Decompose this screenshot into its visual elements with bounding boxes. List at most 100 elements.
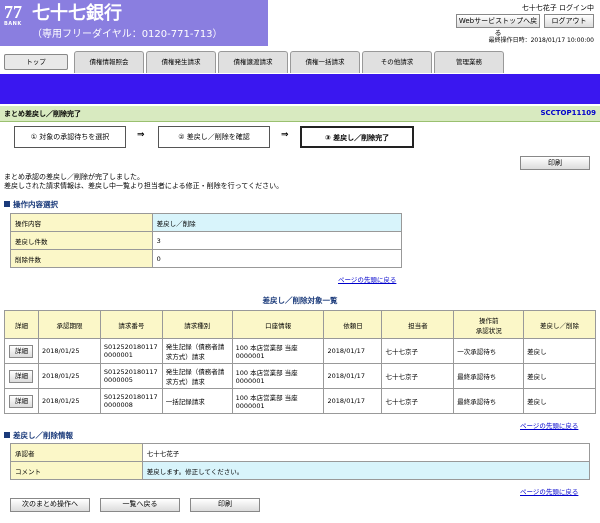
detail-button[interactable]: 詳細 [9, 394, 34, 408]
column-header: 承認期限 [37, 310, 101, 339]
person-cell: 七十七京子 [381, 338, 455, 364]
ops-section-heading: 操作内容選択 [4, 199, 58, 210]
person-cell: 七十七京子 [381, 363, 455, 389]
request-no-cell: S0125201801170000008 [99, 388, 163, 414]
print-button[interactable]: 印刷 [520, 156, 590, 170]
table-row: 承認者 七十七花子 [10, 443, 591, 462]
header: 77 BANK 七十七銀行 （専用フリーダイヤル：0120-771-713） 七… [0, 0, 600, 48]
column-header: 差戻し／削除 [523, 310, 596, 339]
table-row: 差戻し件数 3 [10, 231, 403, 250]
square-bullet-icon [4, 432, 10, 438]
back-to-list-button[interactable]: 一覧へ戻る [100, 498, 180, 512]
status-cell: 最終承認待ち [453, 363, 525, 389]
table-row: 操作内容 差戻し／削除 [10, 213, 403, 232]
page-title: まとめ差戻し／削除完了 [4, 110, 81, 118]
tab-credit-inquiry[interactable]: 債権情報照会 [74, 51, 144, 73]
account-cell: 100 本店営業部 当座 0000001 [231, 388, 325, 414]
request-date-cell: 2018/01/17 [323, 338, 383, 364]
approver-value: 七十七花子 [141, 443, 591, 462]
tab-credit-transfer[interactable]: 債権譲渡請求 [218, 51, 288, 73]
comment-label: コメント [10, 461, 143, 480]
tab-bulk-request[interactable]: 債権一括請求 [290, 51, 360, 73]
column-header: 口座情報 [231, 310, 325, 339]
info-section-heading: 差戻し／削除情報 [4, 430, 73, 441]
column-header: 操作前 承認状況 [453, 310, 525, 339]
table-row: 詳細 2018/01/25 S0125201801170000005 発生記録（… [4, 363, 596, 389]
account-cell: 100 本店営業部 当座 0000001 [231, 338, 325, 364]
detail-button[interactable]: 詳細 [9, 369, 34, 383]
request-type-cell: 発生記録（債務者請求方式）請求 [161, 338, 233, 364]
message-line: まとめ承認の差戻し／削除が完了しました。 [4, 173, 144, 181]
status-cell: 最終承認待ち [453, 388, 525, 414]
ops-value: 3 [151, 231, 403, 250]
web-service-top-button[interactable]: Webサービストップへ戻る [456, 14, 540, 37]
tab-credit-issuance[interactable]: 債権発生請求 [146, 51, 216, 73]
account-cell: 100 本店営業部 当座 0000001 [231, 363, 325, 389]
tab-admin[interactable]: 管理業務 [434, 51, 504, 73]
detail-button[interactable]: 詳細 [9, 344, 34, 358]
login-status: 七十七花子 ログイン中 [521, 4, 594, 12]
last-operation-time: 最終操作日時：2018/01/17 10:00:00 [488, 37, 594, 44]
tab-other-request[interactable]: その他請求 [362, 51, 432, 73]
comment-value: 差戻します。修正してください。 [141, 461, 591, 480]
deadline-cell: 2018/01/25 [37, 388, 101, 414]
square-bullet-icon [4, 201, 10, 207]
action-cell: 差戻し [523, 388, 596, 414]
column-header: 詳細 [4, 310, 39, 339]
person-cell: 七十七京子 [381, 388, 455, 414]
sub-nav-bar [0, 74, 600, 104]
table-row: コメント 差戻します。修正してください。 [10, 461, 591, 480]
detail-cell: 詳細 [4, 388, 39, 414]
status-cell: 一次承認待ち [453, 338, 525, 364]
screen-code: SCCTOP11109 [540, 109, 596, 117]
request-date-cell: 2018/01/17 [323, 363, 383, 389]
ops-label: 差戻し件数 [10, 231, 153, 250]
request-type-cell: 一括記録請求 [161, 388, 233, 414]
ops-section-heading-text: 操作内容選択 [13, 200, 58, 209]
logout-button[interactable]: ログアウト [544, 14, 594, 28]
detail-cell: 詳細 [4, 363, 39, 389]
list-title: 差戻し／削除対象一覧 [262, 296, 338, 305]
main-nav: トップ 債権情報照会 債権発生請求 債権譲渡請求 債権一括請求 その他請求 管理… [0, 48, 600, 74]
table-row: 詳細 2018/01/25 S0125201801170000001 発生記録（… [4, 338, 596, 364]
ops-value: 0 [151, 249, 403, 268]
step-arrow-icon: ⇒ [281, 130, 289, 140]
request-no-cell: S0125201801170000001 [99, 338, 163, 364]
column-header: 請求種別 [161, 310, 233, 339]
info-table: 承認者 七十七花子 コメント 差戻します。修正してください。 [10, 443, 591, 480]
detail-cell: 詳細 [4, 338, 39, 364]
request-date-cell: 2018/01/17 [323, 388, 383, 414]
column-header: 依頼日 [323, 310, 383, 339]
column-header: 担当者 [381, 310, 455, 339]
page-top-link[interactable]: ページの先頭に戻る [520, 486, 578, 496]
next-batch-button[interactable]: 次のまとめ操作へ [10, 498, 90, 512]
step-confirm: ② 差戻し／削除を確認 [158, 126, 270, 148]
column-header: 請求番号 [99, 310, 163, 339]
print-button-bottom[interactable]: 印刷 [190, 498, 260, 512]
logo-bank-text: BANK [4, 21, 22, 27]
request-type-cell: 発生記録（債務者請求方式）請求 [161, 363, 233, 389]
page-top-link[interactable]: ページの先頭に戻る [338, 274, 396, 284]
ops-table: 操作内容 差戻し／削除 差戻し件数 3 削除件数 0 [10, 213, 403, 268]
table-row: 削除件数 0 [10, 249, 403, 268]
step-arrow-icon: ⇒ [137, 130, 145, 140]
info-section-heading-text: 差戻し／削除情報 [13, 431, 73, 440]
message-line: 差戻しされた請求情報は、差戻し中一覧より担当者による修正・削除を行ってください。 [4, 182, 284, 190]
request-no-cell: S0125201801170000005 [99, 363, 163, 389]
ops-value: 差戻し／削除 [151, 213, 403, 232]
hotline-number: （専用フリーダイヤル：0120-771-713） [32, 29, 223, 40]
step-select-target: ① 対象の承認待ちを選択 [14, 126, 126, 148]
ops-label: 操作内容 [10, 213, 153, 232]
ops-label: 削除件数 [10, 249, 153, 268]
nav-top-button[interactable]: トップ [4, 54, 68, 70]
approver-label: 承認者 [10, 443, 143, 462]
page-title-bar: まとめ差戻し／削除完了 SCCTOP11109 [0, 106, 600, 122]
table-row: 詳細 2018/01/25 S0125201801170000008 一括記録請… [4, 388, 596, 414]
page-top-link[interactable]: ページの先頭に戻る [520, 420, 578, 430]
bank-logo-banner: 77 BANK 七十七銀行 （専用フリーダイヤル：0120-771-713） [0, 0, 268, 46]
bank-name: 七十七銀行 [32, 3, 122, 24]
action-cell: 差戻し [523, 338, 596, 364]
deadline-cell: 2018/01/25 [37, 363, 101, 389]
step-complete: ③ 差戻し／削除完了 [300, 126, 414, 148]
table-header-row: 詳細 承認期限 請求番号 請求種別 口座情報 依頼日 担当者 操作前 承認状況 … [4, 310, 596, 339]
